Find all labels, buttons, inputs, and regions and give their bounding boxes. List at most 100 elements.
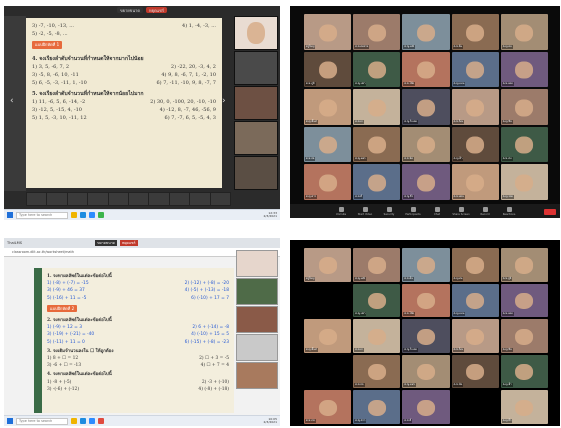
windows-start-icon[interactable]	[7, 418, 13, 424]
video-tile[interactable]: ด.ช.ตี๋	[402, 390, 450, 424]
video-tile[interactable]: ด.ช.เจ	[353, 89, 401, 125]
video-tile[interactable]: ด.ญ.อิ๋ว	[402, 164, 450, 200]
share-toolbar-label[interactable]: ขยายขนาด	[95, 240, 118, 246]
video-tile[interactable]: ด.ช.ภูมิ	[500, 248, 548, 282]
taskbar-search-input[interactable]: Type here to search	[16, 417, 68, 425]
video-tile[interactable]: ด.ช.ต้น	[451, 14, 499, 50]
video-tile[interactable]: ด.ญ.จอย	[500, 164, 548, 200]
stop-share-button[interactable]: หยุดแชร์	[120, 240, 138, 246]
thumbnail[interactable]	[88, 193, 108, 205]
windows-start-icon[interactable]	[7, 212, 13, 218]
zoom-control-3[interactable]: Participants	[405, 206, 421, 216]
video-tile[interactable]: ด.ช.ภูมิ	[304, 51, 352, 88]
zoom-control-2[interactable]: Security	[383, 206, 395, 216]
video-tile[interactable]: ด.ญ.แนน	[451, 283, 499, 318]
video-tile[interactable]: ด.ญ.ขิม	[500, 319, 548, 353]
video-tile[interactable]: ด.ช.เก่ง	[304, 390, 352, 424]
video-tile[interactable]: ด.ญ.มณี	[402, 14, 450, 50]
zoom-icon[interactable]	[89, 212, 95, 218]
video-tile[interactable]	[234, 121, 278, 155]
video-tile[interactable]: ด.ญ.ปลา	[353, 51, 401, 88]
taskbar-search-input[interactable]: Type here to search	[16, 211, 68, 219]
video-tile[interactable]: ด.ช.ก้อง	[451, 89, 499, 125]
app-icon[interactable]	[98, 418, 104, 424]
video-tile[interactable]: ด.ญ.ใบเตย	[402, 89, 450, 125]
app-icon[interactable]	[98, 212, 104, 218]
video-tile[interactable]: ด.ญ.แพร	[402, 354, 450, 389]
video-tile[interactable]: ด.ญ.ขิม	[500, 89, 548, 125]
thumbnail[interactable]	[129, 193, 149, 205]
video-tile[interactable]: ด.ญ.ฝน	[451, 248, 499, 282]
video-tile[interactable]: ด.ช.สมชาย	[353, 14, 401, 50]
edge-icon[interactable]	[80, 418, 86, 424]
thumbnail[interactable]	[149, 193, 169, 205]
thumbnail[interactable]	[169, 193, 190, 205]
video-tile[interactable]	[304, 283, 352, 318]
video-tile[interactable]: ด.ช.โอ๊ต	[402, 283, 450, 318]
chevron-right-icon[interactable]: ›	[222, 96, 226, 106]
thumbnail[interactable]	[210, 193, 231, 205]
video-tile[interactable]	[304, 354, 352, 389]
edge-icon[interactable]	[80, 212, 86, 218]
thumbnail[interactable]	[47, 193, 67, 205]
video-tile[interactable]: ด.ช.ตี๋	[353, 164, 401, 200]
thumbnail[interactable]	[190, 193, 210, 205]
video-tile[interactable]: ด.ช.บอล	[500, 51, 548, 88]
video-tile[interactable]: ด.ช.โอ๊ต	[402, 51, 450, 88]
video-tile[interactable]: ด.ญ.ใบเตย	[402, 319, 450, 353]
video-tile[interactable]: ด.ญ.มณี	[353, 248, 401, 282]
video-tile[interactable]: ด.ช.ก้อง	[451, 319, 499, 353]
video-tile[interactable]: ด.ช.ต้น	[402, 248, 450, 282]
participant-face	[466, 61, 485, 79]
video-tile[interactable]	[234, 86, 278, 120]
video-tile[interactable]	[451, 390, 499, 424]
video-tile[interactable]: ครูใหญ่	[304, 14, 352, 50]
video-tile[interactable]	[234, 51, 278, 85]
zoom-control-1[interactable]: Start Video	[358, 206, 372, 216]
end-meeting-button[interactable]	[544, 209, 556, 215]
explorer-icon[interactable]	[71, 212, 77, 218]
video-tile[interactable]: ด.ช.เจ	[353, 319, 401, 353]
participant-face	[515, 364, 534, 381]
video-tile[interactable]: ด.ช.นัท	[451, 354, 499, 389]
thumbnail[interactable]	[27, 193, 47, 205]
video-tile[interactable]: ด.ช.เก่ง	[500, 126, 548, 163]
thumbnail[interactable]	[108, 193, 129, 205]
video-tile[interactable]: ด.ญ.แนน	[451, 51, 499, 88]
explorer-icon[interactable]	[71, 418, 77, 424]
video-tile[interactable]	[234, 156, 278, 190]
video-tile[interactable]: ครูใหญ่	[304, 248, 352, 282]
zoom-control-6[interactable]: Record	[479, 206, 491, 216]
chevron-left-icon[interactable]: ‹	[10, 96, 14, 106]
thumbnail[interactable]	[67, 193, 88, 205]
browser-tab[interactable]: ThaiLMS	[7, 241, 22, 245]
video-tile[interactable]	[236, 362, 278, 389]
video-tile[interactable]	[236, 334, 278, 361]
zoom-icon[interactable]	[89, 418, 95, 424]
video-tile[interactable]	[236, 278, 278, 305]
video-tile[interactable]: ด.ญ.ดาว	[304, 164, 352, 200]
stop-share-button[interactable]: หยุดแชร์	[145, 7, 167, 13]
video-tile[interactable]	[236, 250, 278, 277]
video-tile[interactable]: ด.ญ.ปลา	[353, 283, 401, 318]
video-tile[interactable]: ด.ญ.อิ๋ว	[500, 390, 548, 424]
video-tile[interactable]: ด.ช.ปอ	[353, 354, 401, 389]
video-tile[interactable]: ด.ญ.ฝน	[500, 14, 548, 50]
video-tile[interactable]: ด.ญ.มิ้นท์	[304, 319, 352, 353]
zoom-control-5[interactable]: Share Screen	[452, 206, 470, 216]
zoom-control-7[interactable]: Reactions	[503, 206, 515, 216]
video-tile[interactable]: ด.ญ.มิ้นท์	[304, 89, 352, 125]
video-tile[interactable]: ด.ช.ม่อน	[451, 164, 499, 200]
video-tile[interactable]	[236, 306, 278, 333]
video-tile[interactable]: ด.ญ.แพร	[353, 126, 401, 163]
zoom-control-4[interactable]: Chat	[431, 206, 443, 216]
video-tile[interactable]	[234, 16, 278, 50]
video-tile[interactable]: ด.ช.บอล	[500, 283, 548, 318]
zoom-control-0[interactable]: Unmute	[335, 206, 347, 216]
video-tile[interactable]: ด.ช.นัท	[402, 126, 450, 163]
video-tile[interactable]: ด.ญ.ดาว	[353, 390, 401, 424]
video-tile[interactable]: ด.ช.ปอ	[304, 126, 352, 163]
video-tile[interactable]: ด.ญ.ฟ้า	[500, 354, 548, 389]
video-tile[interactable]: ด.ญ.ฟ้า	[451, 126, 499, 163]
toolbar-label[interactable]: ขยายขนาด	[116, 7, 143, 13]
